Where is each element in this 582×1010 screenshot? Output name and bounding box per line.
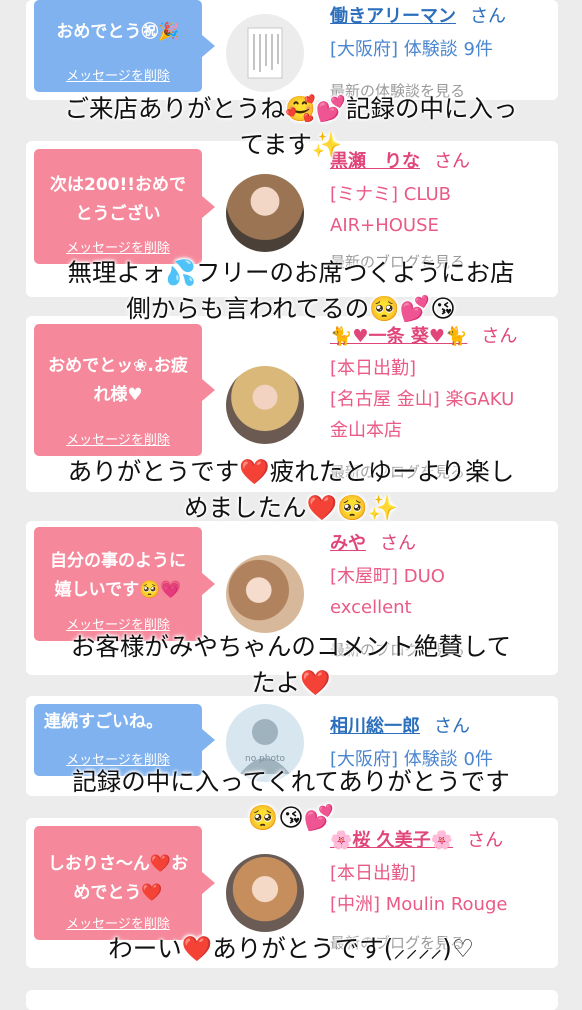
avatar[interactable] <box>226 555 304 633</box>
delete-message-link[interactable]: メッセージを削除 <box>34 68 202 86</box>
caption-line: たよ❤️ <box>251 668 331 697</box>
caption-line: てます✨ <box>239 130 343 159</box>
caption-line: 無理よォ💦フリーのお席つくようにお店 <box>67 258 515 287</box>
user-info: [本日出勤] [中洲] Moulin Rouge <box>330 863 508 915</box>
honorific: さん <box>380 533 416 554</box>
no-photo-label: no photo <box>244 754 286 764</box>
message-text: おめでとッ❀.お疲れ様♥ <box>48 356 188 405</box>
user-name-link[interactable]: 🐈♥一条 葵♥🐈 <box>330 326 467 347</box>
user-name-row: 働きアリーマン さん <box>330 4 506 30</box>
message-card-7 <box>26 990 558 1010</box>
caption-line: ご来店ありがとうね🥰💕記録の中に入っ <box>64 94 518 123</box>
user-info: [本日出勤] [名古屋 金山] 楽GAKU 金山本店 <box>330 358 515 441</box>
message-text: 連続すごいね。 <box>44 712 163 732</box>
honorific: さん <box>434 716 470 737</box>
message-bubble: 自分の事のように嬉しいです🥺💗 メッセージを削除 <box>34 527 215 641</box>
message-text: 次は200!!おめでとうござい <box>50 175 186 224</box>
message-bubble: しおりさ〜ん❤️おめでとう❤️ メッセージを削除 <box>34 826 215 940</box>
avatar[interactable] <box>226 366 304 444</box>
user-name-link[interactable]: みや <box>330 533 366 554</box>
user-name-row: みや さん <box>330 531 416 557</box>
avatar[interactable] <box>226 14 304 92</box>
honorific: さん <box>470 6 506 27</box>
message-text: 自分の事のように嬉しいです🥺💗 <box>50 551 186 600</box>
message-bubble: おめでとう㊗🎉 メッセージを削除 <box>34 0 215 92</box>
user-name-link[interactable]: 働きアリーマン <box>330 6 456 27</box>
honorific: さん <box>481 326 518 347</box>
caption-line: ありがとうです❤️疲れたとゆーより楽し <box>67 457 515 486</box>
delete-message-link[interactable]: メッセージを削除 <box>34 432 202 450</box>
caption-line: 側からも言われてるの🥺💕😘 <box>126 294 456 323</box>
caption-line: お客様がみやちゃんのコメント絶賛して <box>70 632 512 661</box>
user-info: [大阪府] 体験談 9件 <box>330 39 493 60</box>
caption-line: わーい❤️ありがとうです(⸝⸝⸝⸝)♡ <box>108 934 474 963</box>
caption-line: 🥺😘💕 <box>247 803 335 832</box>
document-photo <box>247 27 283 79</box>
user-info: [ミナミ] CLUB AIR+HOUSE <box>330 184 451 236</box>
message-card-1: おめでとう㊗🎉 メッセージを削除 働きアリーマン さん [大阪府] 体験談 9件 … <box>26 0 558 100</box>
caption-line: めましたん❤️🥺✨ <box>183 493 398 522</box>
caption-line: 記録の中に入ってくれてありがとうです <box>72 767 510 796</box>
message-bubble: おめでとッ❀.お疲れ様♥ メッセージを削除 <box>34 324 215 456</box>
message-text: おめでとう㊗🎉 <box>56 22 180 42</box>
user-name-row: 相川総一郎 さん <box>330 714 470 740</box>
message-text: しおりさ〜ん❤️おめでとう❤️ <box>47 854 189 903</box>
avatar[interactable] <box>226 854 304 932</box>
message-bubble: 次は200!!おめでとうござい メッセージを削除 <box>34 149 215 264</box>
user-name-link[interactable]: 相川総一郎 <box>330 716 420 737</box>
avatar[interactable] <box>226 174 304 252</box>
user-info: [木屋町] DUO excellent <box>330 566 445 618</box>
user-name-row: 🐈♥一条 葵♥🐈 さん <box>330 324 517 350</box>
